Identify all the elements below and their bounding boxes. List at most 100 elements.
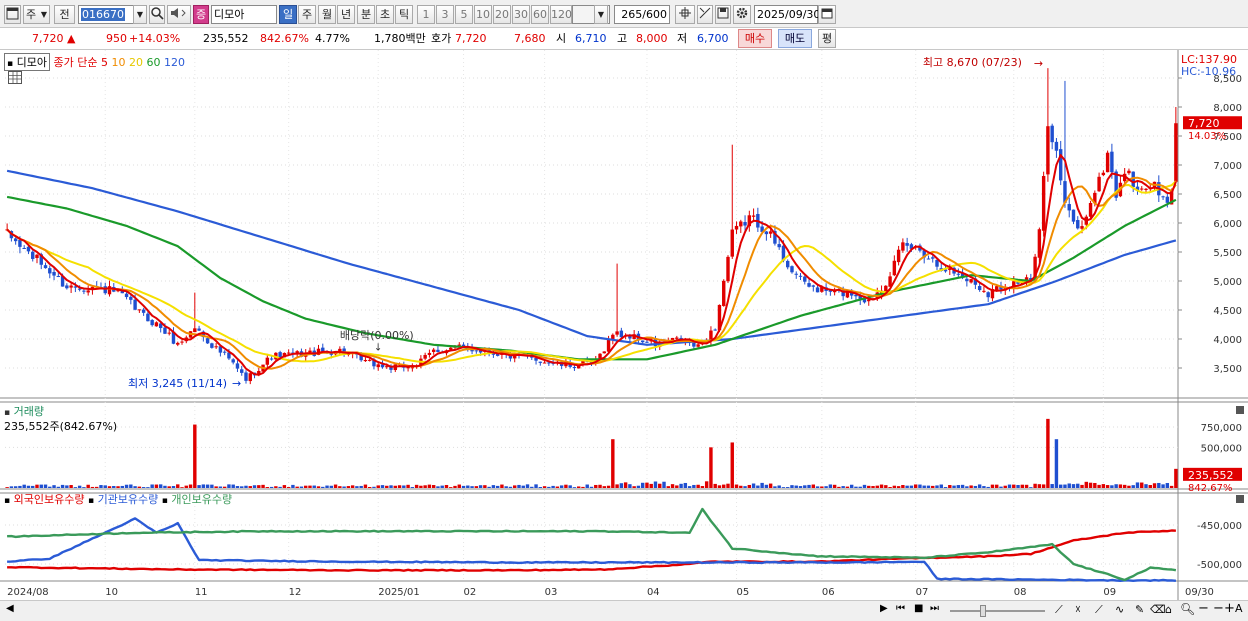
tick-button-120[interactable]: 120 [550,5,572,24]
trend-icon[interactable]: ∿ [1115,603,1124,616]
bullet-icon: ▪ [161,496,168,506]
interval-button-3[interactable]: 년 [337,5,355,24]
volume-bar [1127,485,1131,488]
volume-bar [235,486,240,488]
volume-bar [99,485,103,488]
volume-bar [342,486,346,488]
tick-button-60[interactable]: 60 [531,5,549,24]
candle-body [474,350,479,352]
volume-bar [474,486,479,488]
fibonacci-icon[interactable]: ⟋ [1095,603,1103,617]
text-tool-icon[interactable]: A [1235,602,1243,615]
x-axis-label: 05 [737,587,750,598]
period-dropdown[interactable]: 주 ▼ [23,5,50,24]
tick-button-30[interactable]: 30 [512,5,530,24]
minus-icon[interactable]: − [1213,601,1224,616]
bid-price: 7,680 [514,32,546,45]
interval-button-5[interactable]: 초 [376,5,394,24]
x-axis-label: 07 [916,587,929,598]
search-icon[interactable] [149,5,165,24]
interval-button-4[interactable]: 분 [357,5,375,24]
tick-button-20[interactable]: 20 [493,5,511,24]
interval-button-6[interactable]: 틱 [395,5,413,24]
interval-button-1[interactable]: 주 [298,5,316,24]
zoom-in-icon[interactable]: + [1224,601,1235,616]
candle-body [22,248,26,250]
stock-name-field[interactable]: 디모아 [211,5,277,24]
eraser-icon[interactable]: ⌫ [1150,603,1166,616]
eval-button[interactable]: 평 [818,29,836,48]
volume-bar [158,484,163,488]
zoom-slider[interactable] [950,610,1045,612]
crosshair-icon[interactable] [675,5,695,24]
scroll-left-icon[interactable]: ◀ [6,603,14,614]
volume-bar [1063,484,1067,488]
volume-bar [645,482,649,488]
tick-button-1[interactable]: 1 [417,5,435,24]
rewind-icon[interactable]: ⏮ [896,603,905,614]
interval-button-2[interactable]: 월 [318,5,336,24]
prev-button[interactable]: 전 [54,5,75,24]
volume-pane-close-icon[interactable] [1236,406,1244,414]
volume-bar [163,485,167,488]
play-icon[interactable]: ▶ [880,603,888,614]
candle-body [969,279,973,283]
price-tick-label: 5,000 [1213,277,1242,288]
stock-code-input[interactable]: 016670 [78,5,134,24]
buy-button[interactable]: 매수 [738,29,772,48]
volume-bar [653,481,658,488]
candle-body [265,357,270,365]
bar-count-field[interactable]: 265/600 [614,5,670,24]
holding-legend: ▪ 외국인보유수량 ▪ 기관보유수량 ▪ 개인보유수량 [4,491,232,507]
fast-forward-icon[interactable]: ⏭ [930,603,939,614]
volume-bar [956,485,961,488]
volume-bar [926,485,931,488]
zoom-search-icon[interactable]: 🔍︎ [1180,602,1195,616]
window-icon[interactable] [4,5,21,24]
date-input[interactable]: 2025/09/30 [754,5,820,24]
candle-body [619,330,624,338]
legend-stock-name[interactable]: ▪ 디모아 [4,53,50,71]
stop-icon[interactable]: ■ [914,603,923,614]
price-legend: ▪ 디모아 종가 단순 5 10 20 60 120 [4,53,185,71]
chart-canvas[interactable]: 최고 8,670 (07/23) → 최저 3,245 (11/14) → 배당락(0.… [0,50,1248,621]
volume-bar [380,485,385,488]
save-icon[interactable] [715,5,731,24]
volume-bar [316,486,321,488]
gear-icon[interactable] [733,5,751,24]
volume-bar [1135,482,1140,488]
volume-bar [781,487,786,488]
volume-bar [65,485,69,488]
volume-bar [431,485,436,488]
volume-bar [1157,482,1161,488]
tick-button-10[interactable]: 10 [474,5,492,24]
draw-tool-icon[interactable]: ☓ [1075,603,1081,616]
speaker-icon[interactable] [167,5,191,24]
volume-bar [538,487,543,488]
candle-body [205,338,210,344]
tick-button-3[interactable]: 3 [436,5,454,24]
zoom-out-icon[interactable]: − [1198,601,1209,616]
volume-bar [423,485,427,488]
interval-button-0[interactable]: 일 [279,5,297,24]
holding-pane-close-icon[interactable] [1236,495,1244,503]
candle-body [734,225,739,230]
volume-bar [794,485,798,488]
current-price-value: 7,720 [1188,117,1220,130]
draw-line-icon[interactable]: ⟋ [1055,603,1063,617]
pencil-icon[interactable]: ✎ [1135,603,1144,616]
table-icon[interactable] [8,71,22,84]
magnet-icon[interactable]: ⌂ [1165,603,1172,616]
x-axis-label: 12 [289,587,302,598]
tick-button-5[interactable]: 5 [455,5,473,24]
quote-bar: 7,720 ▲ 950 +14.03% 235,552 842.67% 4.77… [0,28,1248,50]
volume-bar [884,485,888,488]
volume-bar [901,485,905,488]
draw-tool-icon[interactable] [697,5,713,24]
scroll-bar[interactable]: ◀ ▶ ⏮ ■ ⏭ ⟋ ☓ ⟋ ∿ ✎ ⌫ ⌂ 🔍︎ − − + A [0,600,1248,621]
chevron-down-icon[interactable]: ▼ [594,5,608,24]
sell-button[interactable]: 매도 [778,29,812,48]
code-dropdown-icon[interactable]: ▼ [133,5,147,24]
calendar-icon[interactable] [818,5,836,24]
zoom-slider-handle[interactable] [980,605,986,617]
